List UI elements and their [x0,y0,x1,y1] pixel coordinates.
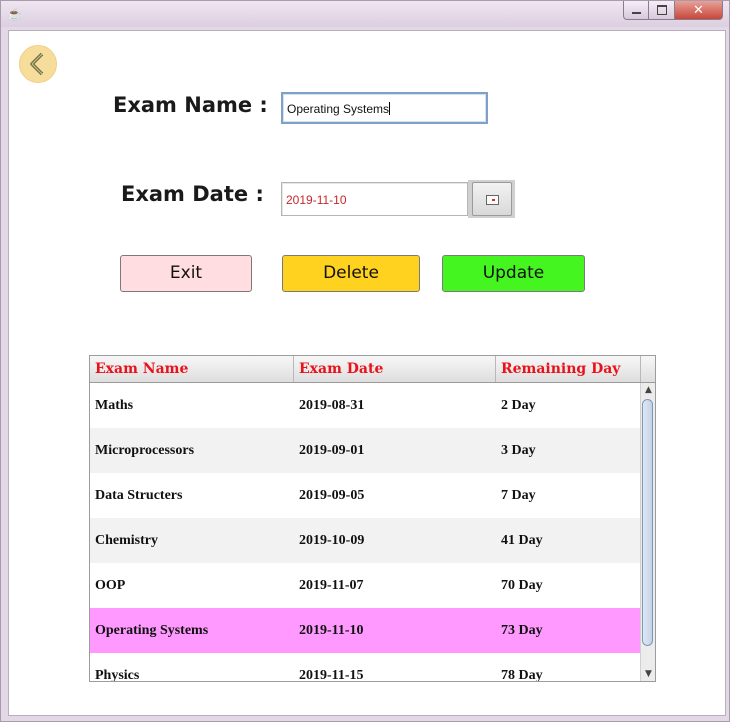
back-button[interactable] [19,45,57,83]
calendar-icon [486,195,499,205]
exam-date-label: Exam Date : [121,182,264,206]
cell-exam-date: 2019-11-10 [299,623,364,638]
cell-exam-name: Microprocessors [95,443,195,458]
cell-exam-name: Chemistry [95,533,158,548]
table-row[interactable]: Data Structers 2019-09-05 7 Day [90,473,640,518]
cell-exam-date: 2019-09-05 [299,488,365,503]
exam-name-label: Exam Name : [113,93,268,117]
cell-remaining-day: 41 Day [501,533,543,548]
delete-button[interactable]: Delete [282,255,420,292]
cell-remaining-day: 7 Day [501,488,536,503]
exam-name-input[interactable]: Operating Systems [281,92,488,124]
cell-exam-date: 2019-09-01 [299,443,365,458]
column-header-remaining-day[interactable]: Remaining Day [496,356,641,382]
cell-exam-date: 2019-08-31 [299,398,365,413]
text-cursor [389,102,391,115]
cell-remaining-day: 78 Day [501,668,543,681]
close-button[interactable]: ✕ [675,1,723,20]
exam-table: Exam Name Exam Date Remaining Day Maths … [89,355,656,682]
table-header: Exam Name Exam Date Remaining Day [90,356,655,383]
cell-exam-name: Physics [95,668,140,681]
cell-exam-name: OOP [95,578,126,593]
cell-exam-date: 2019-11-15 [299,668,364,681]
table-body: Maths 2019-08-31 2 Day Microprocessors 2… [90,383,640,681]
update-button[interactable]: Update [442,255,585,292]
date-picker-button[interactable] [472,182,512,216]
exit-button[interactable]: Exit [120,255,252,292]
column-header-corner [641,356,655,382]
scrollbar-thumb[interactable] [642,399,653,646]
table-row[interactable]: OOP 2019-11-07 70 Day [90,563,640,608]
table-row-selected[interactable]: Operating Systems 2019-11-10 73 Day [90,608,640,653]
cell-exam-date: 2019-11-07 [299,578,364,593]
close-icon: ✕ [693,2,704,18]
column-header-exam-date[interactable]: Exam Date [294,356,496,382]
scroll-up-arrow-icon[interactable]: ▲ [641,383,655,397]
exam-name-value: Operating Systems [287,102,390,116]
title-bar[interactable]: ☕ ✕ [1,1,729,27]
app-window: ☕ ✕ Exam Name : Operating Systems Exam D… [0,0,730,722]
column-header-exam-name[interactable]: Exam Name [90,356,294,382]
cell-remaining-day: 73 Day [501,623,543,638]
maximize-button[interactable] [649,1,675,20]
window-controls: ✕ [623,1,723,21]
java-coffee-icon: ☕ [7,7,22,21]
exam-date-value: 2019-11-10 [286,193,347,207]
vertical-scrollbar[interactable]: ▲ ▼ [640,383,655,681]
main-panel: Exam Name : Operating Systems Exam Date … [8,30,726,716]
cell-remaining-day: 3 Day [501,443,536,458]
cell-remaining-day: 2 Day [501,398,536,413]
exam-date-input[interactable]: 2019-11-10 [281,182,468,216]
table-row[interactable]: Chemistry 2019-10-09 41 Day [90,518,640,563]
chevron-left-icon [30,52,44,76]
table-row[interactable]: Microprocessors 2019-09-01 3 Day [90,428,640,473]
cell-exam-name: Maths [95,398,134,413]
table-row[interactable]: Maths 2019-08-31 2 Day [90,383,640,428]
cell-exam-name: Data Structers [95,488,183,503]
minimize-button[interactable] [623,1,649,20]
minimize-icon [631,12,641,14]
cell-exam-name: Operating Systems [95,623,209,638]
maximize-icon [656,5,667,15]
scroll-down-arrow-icon[interactable]: ▼ [641,667,655,681]
table-row[interactable]: Physics 2019-11-15 78 Day [90,653,640,681]
cell-remaining-day: 70 Day [501,578,543,593]
cell-exam-date: 2019-10-09 [299,533,365,548]
